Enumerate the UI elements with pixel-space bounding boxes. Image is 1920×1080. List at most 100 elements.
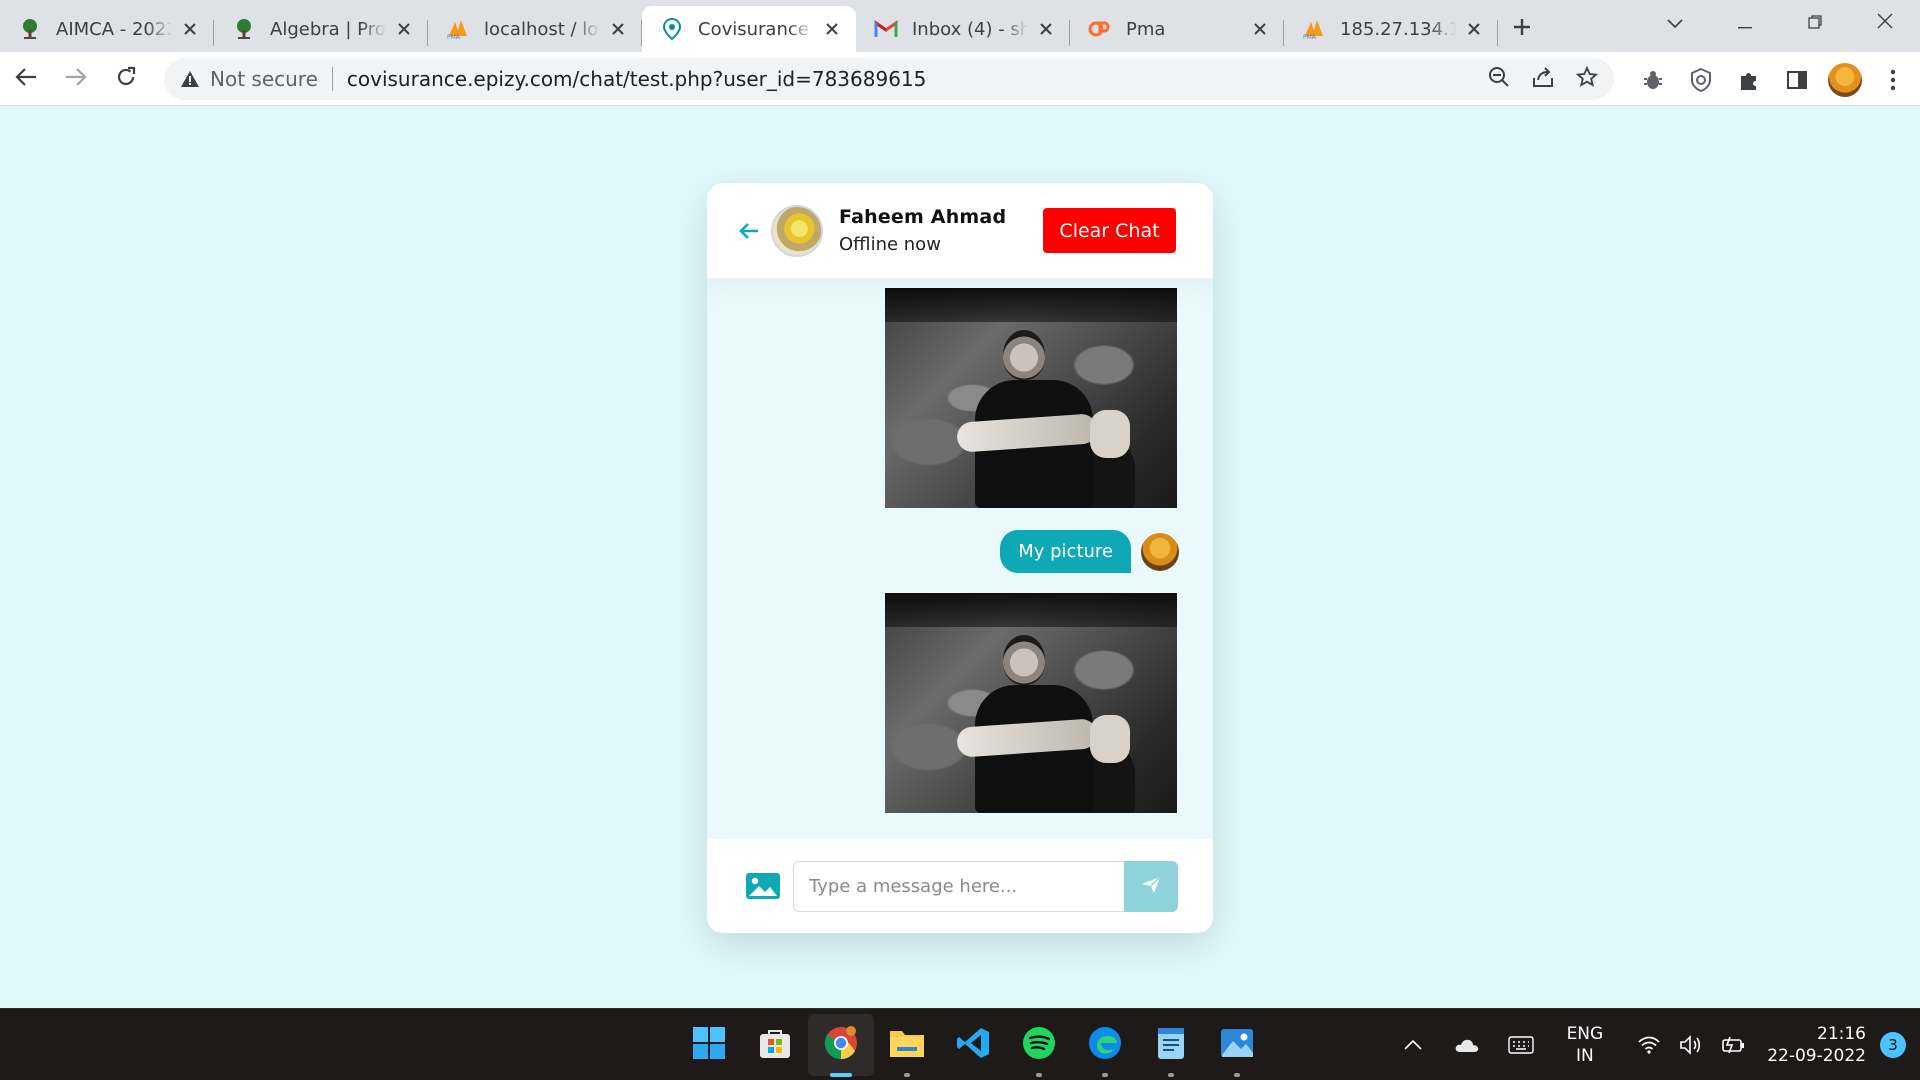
wifi-icon[interactable] <box>1631 1027 1667 1063</box>
language-indicator[interactable]: ENG IN <box>1567 1023 1604 1067</box>
start-icon <box>692 1026 726 1064</box>
close-icon[interactable] <box>608 19 628 39</box>
notepad-app[interactable] <box>1138 1009 1204 1080</box>
edge-app[interactable] <box>1072 1009 1138 1080</box>
tab-ip-pma[interactable]: PMA 185.27.134.10 / <box>1284 6 1498 52</box>
taskbar: ENG IN 21:16 22-09-2022 3 <box>0 1008 1920 1080</box>
restore-button[interactable] <box>1780 0 1850 46</box>
edge-icon <box>1088 1026 1122 1064</box>
tab-localhost[interactable]: PMA localhost / loca <box>428 6 642 52</box>
arrow-left-icon[interactable] <box>737 219 761 243</box>
new-tab-button[interactable] <box>1498 6 1546 52</box>
tab-title: localhost / loca <box>484 18 600 40</box>
system-tray: ENG IN 21:16 22-09-2022 3 <box>1395 1009 1920 1080</box>
close-icon[interactable] <box>180 19 200 39</box>
gmail-icon <box>874 17 898 41</box>
close-icon[interactable] <box>1250 19 1270 39</box>
close-icon <box>1877 13 1893 33</box>
tree-icon <box>18 17 42 41</box>
url-text[interactable]: covisurance.epizy.com/chat/test.php?user… <box>347 67 927 91</box>
spotify-icon <box>1022 1026 1056 1064</box>
bug-extension-icon[interactable] <box>1636 63 1670 97</box>
tab-covisurance[interactable]: Covisurance Ch <box>642 6 856 52</box>
reload-button[interactable] <box>102 55 150 103</box>
volume-icon[interactable] <box>1673 1027 1709 1063</box>
cpanel-icon <box>1088 17 1112 41</box>
arrow-right-icon <box>65 67 87 91</box>
share-icon[interactable] <box>1532 66 1554 92</box>
tab-search-button[interactable] <box>1640 0 1710 46</box>
image-upload-icon[interactable] <box>744 871 782 901</box>
clear-chat-button[interactable]: Clear Chat <box>1043 208 1176 253</box>
chevron-up-icon[interactable] <box>1395 1027 1431 1063</box>
message-image[interactable] <box>885 593 1177 813</box>
notification-badge[interactable]: 3 <box>1880 1032 1906 1058</box>
store-app[interactable] <box>742 1009 808 1080</box>
close-icon[interactable] <box>1036 19 1056 39</box>
start-button[interactable] <box>676 1009 742 1080</box>
address-bar[interactable]: Not secure covisurance.epizy.com/chat/te… <box>164 58 1614 100</box>
tab-title: Pma <box>1126 18 1166 40</box>
zoom-out-icon[interactable] <box>1488 66 1510 92</box>
onedrive-icon[interactable] <box>1449 1027 1485 1063</box>
contact-status: Offline now <box>839 234 941 255</box>
chrome-app[interactable] <box>808 1014 874 1077</box>
restore-icon <box>1808 14 1822 33</box>
kebab-menu-icon[interactable] <box>1876 63 1910 97</box>
avatar <box>771 204 823 257</box>
close-icon[interactable] <box>822 19 842 39</box>
message-row: My picture <box>1000 530 1179 573</box>
minimize-button[interactable] <box>1710 0 1780 46</box>
file-explorer-app[interactable] <box>874 1009 940 1080</box>
clock-time: 21:16 <box>1817 1024 1866 1044</box>
chat-input-bar <box>707 839 1213 933</box>
reload-icon <box>115 66 137 92</box>
tab-aimca[interactable]: AIMCA - 2022_ <box>0 6 214 52</box>
notepad-icon <box>1156 1026 1186 1064</box>
chat-messages[interactable]: My picture <box>707 279 1213 839</box>
tab-title: 185.27.134.10 / <box>1340 18 1456 40</box>
message-input[interactable] <box>793 860 1124 912</box>
tab-algebra[interactable]: Algebra | Proba <box>214 6 428 52</box>
profile-avatar[interactable] <box>1828 63 1862 97</box>
chevron-down-icon <box>1667 14 1683 33</box>
side-panel-icon[interactable] <box>1780 63 1814 97</box>
region-label: IN <box>1576 1046 1594 1066</box>
arrow-left-icon <box>15 67 37 91</box>
back-button[interactable] <box>2 55 50 103</box>
store-icon <box>758 1026 792 1064</box>
forward-button[interactable] <box>52 55 100 103</box>
svg-text:PMA: PMA <box>1303 34 1317 40</box>
photos-app[interactable] <box>1204 1009 1270 1080</box>
close-window-button[interactable] <box>1850 0 1920 46</box>
close-icon[interactable] <box>394 19 414 39</box>
vscode-icon <box>956 1026 990 1064</box>
shield-extension-icon[interactable] <box>1684 63 1718 97</box>
star-icon[interactable] <box>1575 65 1599 92</box>
message-image[interactable] <box>885 288 1177 508</box>
phpmyadmin-icon: PMA <box>446 17 470 41</box>
close-icon[interactable] <box>1464 19 1484 39</box>
tab-strip: AIMCA - 2022_ Algebra | Proba PMA localh… <box>0 0 1920 52</box>
minimize-icon <box>1738 14 1752 33</box>
tab-gmail[interactable]: Inbox (4) - shuj <box>856 6 1070 52</box>
send-button[interactable] <box>1124 860 1178 912</box>
location-pin-icon <box>660 17 684 41</box>
contact-name: Faheem Ahmad <box>839 206 1007 228</box>
security-label[interactable]: Not secure <box>210 67 318 91</box>
spotify-app[interactable] <box>1006 1009 1072 1080</box>
clock[interactable]: 21:16 22-09-2022 <box>1767 1023 1866 1067</box>
chat-header: Faheem Ahmad Offline now Clear Chat <box>707 183 1213 279</box>
language-label: ENG <box>1566 1024 1604 1044</box>
battery-icon[interactable] <box>1715 1027 1751 1063</box>
send-icon <box>1141 876 1161 897</box>
chat-card: Faheem Ahmad Offline now Clear Chat My p… <box>707 183 1213 933</box>
warning-icon[interactable] <box>180 70 200 88</box>
vscode-app[interactable] <box>940 1009 1006 1080</box>
keyboard-icon[interactable] <box>1503 1027 1539 1063</box>
tab-pma[interactable]: Pma <box>1070 6 1284 52</box>
browser-toolbar: Not secure covisurance.epizy.com/chat/te… <box>0 52 1920 106</box>
phpmyadmin-icon: PMA <box>1302 17 1326 41</box>
plus-icon <box>1512 17 1532 41</box>
puzzle-icon[interactable] <box>1732 63 1766 97</box>
